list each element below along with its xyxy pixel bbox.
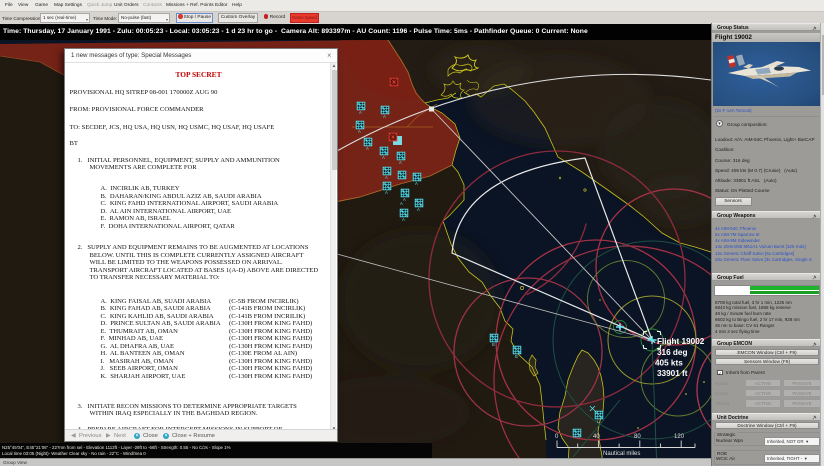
svg-text:Flight 19002: Flight 19002 [657, 337, 705, 346]
svg-text:B: B [492, 342, 495, 347]
svg-text:316 deg: 316 deg [657, 348, 688, 357]
svg-text:405 kts: 405 kts [655, 359, 683, 368]
svg-text:A: A [417, 207, 420, 212]
svg-text:A: A [402, 217, 405, 222]
svg-text:A: A [399, 160, 402, 165]
svg-text:A: A [403, 197, 406, 202]
svg-text:A: A [383, 114, 386, 119]
svg-text:120: 120 [674, 434, 685, 440]
svg-text:33901 ft: 33901 ft [657, 369, 688, 378]
svg-text:A: A [366, 146, 369, 151]
svg-text:80: 80 [634, 434, 641, 440]
svg-text:Nautical miles: Nautical miles [603, 451, 640, 457]
svg-text:40: 40 [593, 434, 600, 440]
svg-text:A: A [415, 181, 418, 186]
svg-text:A: A [400, 201, 403, 206]
svg-text:A: A [385, 190, 388, 195]
svg-text:A: A [358, 129, 361, 134]
svg-text:B: B [515, 354, 518, 359]
svg-text:A: A [385, 175, 388, 180]
svg-text:A: A [382, 155, 385, 160]
svg-text:A: A [359, 110, 362, 115]
